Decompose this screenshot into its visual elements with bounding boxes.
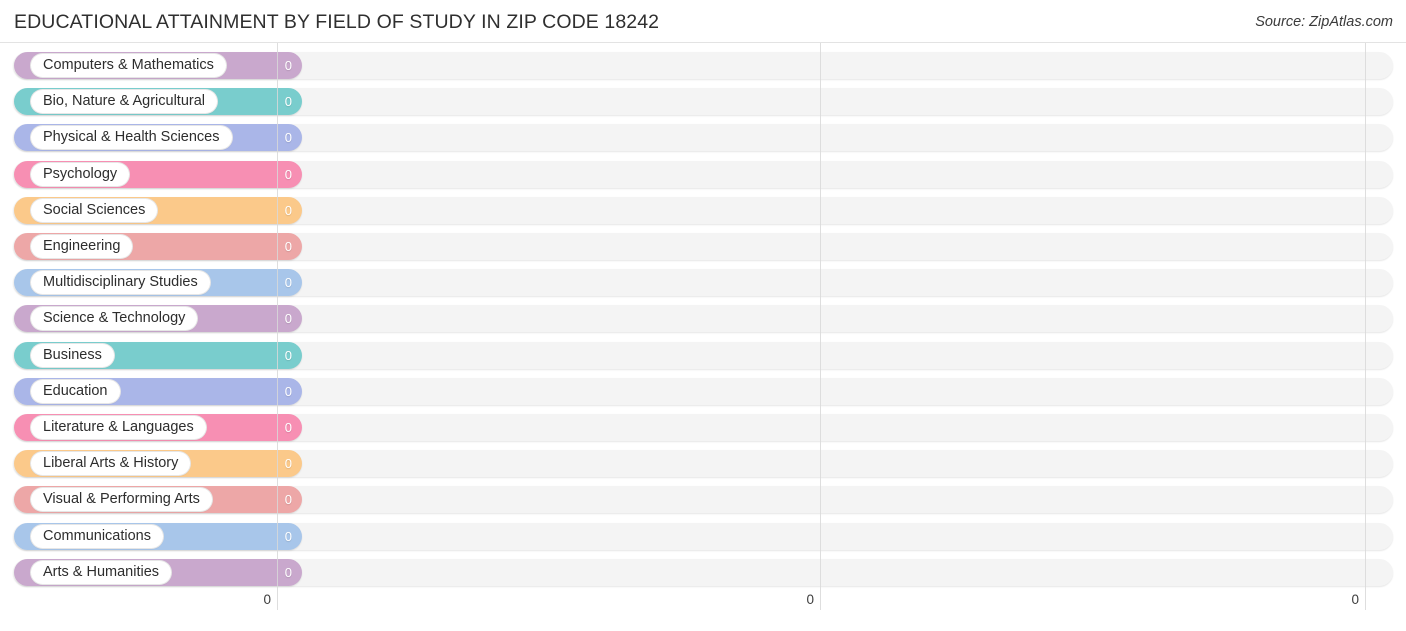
bar-value-label: 0 — [284, 311, 292, 327]
axis-tick-label: 0 — [806, 592, 814, 607]
bar-value-label: 0 — [284, 347, 292, 363]
bar-value-label: 0 — [284, 275, 292, 291]
category-label[interactable]: Bio, Nature & Agricultural — [31, 90, 217, 114]
source-attribution: Source: ZipAtlas.com — [1255, 14, 1393, 30]
category-label[interactable]: Science & Technology — [31, 307, 198, 331]
bar-value-label: 0 — [284, 528, 292, 544]
category-label[interactable]: Education — [31, 379, 120, 403]
chart-container: EDUCATIONAL ATTAINMENT BY FIELD OF STUDY… — [0, 0, 1406, 631]
bar-value-label: 0 — [284, 166, 292, 182]
x-axis: 0 0 0 — [0, 592, 1406, 631]
axis-tick-mark — [1365, 592, 1366, 610]
table-row: 0 Literature & Languages — [13, 414, 1393, 441]
bar-value-label: 0 — [284, 383, 292, 399]
page-title: EDUCATIONAL ATTAINMENT BY FIELD OF STUDY… — [14, 11, 660, 33]
bar-value-label: 0 — [284, 94, 292, 110]
table-row: 0 Multidisciplinary Studies — [13, 269, 1393, 297]
table-row: 0 Business — [13, 341, 1393, 369]
category-label[interactable]: Social Sciences — [31, 198, 158, 222]
category-label[interactable]: Engineering — [31, 235, 133, 258]
table-row: 0 Engineering — [13, 233, 1393, 260]
table-row: 0 Psychology — [13, 160, 1393, 188]
category-label[interactable]: Literature & Languages — [31, 416, 206, 439]
table-row: 0 Science & Technology — [13, 305, 1393, 333]
axis-tick-label: 0 — [263, 592, 271, 607]
bar-value-label: 0 — [284, 564, 292, 580]
plot-area: 0 Computers & Mathematics 0 Bio, Nature & A… — [0, 43, 1406, 592]
bar-value-label: 0 — [284, 58, 292, 73]
bar-value-label: 0 — [284, 239, 292, 254]
table-row: 0 Communications — [13, 522, 1393, 550]
table-row: 0 Visual & Performing Arts — [13, 486, 1393, 514]
bar-value-label: 0 — [284, 420, 292, 435]
table-row: 0 Liberal Arts & History — [13, 450, 1393, 478]
table-row: 0 Arts & Humanities — [13, 558, 1393, 586]
axis-tick-mark — [820, 592, 821, 610]
category-label[interactable]: Multidisciplinary Studies — [31, 271, 210, 295]
axis-tick-label: 0 — [1351, 592, 1359, 607]
category-label[interactable]: Arts & Humanities — [31, 560, 172, 584]
bar-value-label: 0 — [284, 130, 292, 146]
category-label[interactable]: Visual & Performing Arts — [31, 488, 212, 512]
table-row: 0 Computers & Mathematics — [13, 52, 1393, 79]
table-row: 0 Social Sciences — [13, 196, 1393, 224]
category-label[interactable]: Business — [31, 343, 114, 367]
chart-header: EDUCATIONAL ATTAINMENT BY FIELD OF STUDY… — [0, 0, 1406, 43]
category-label[interactable]: Psychology — [31, 162, 130, 186]
bar-value-label: 0 — [284, 492, 292, 508]
category-label[interactable]: Liberal Arts & History — [31, 452, 191, 476]
table-row: 0 Physical & Health Sciences — [13, 124, 1393, 152]
axis-tick-mark — [277, 592, 278, 610]
category-label[interactable]: Computers & Mathematics — [31, 54, 226, 77]
table-row: 0 Education — [13, 377, 1393, 405]
table-row: 0 Bio, Nature & Agricultural — [13, 88, 1393, 116]
bar-value-label: 0 — [284, 202, 292, 218]
bar-value-label: 0 — [284, 456, 292, 472]
category-label[interactable]: Physical & Health Sciences — [31, 126, 232, 150]
category-label[interactable]: Communications — [31, 524, 163, 548]
